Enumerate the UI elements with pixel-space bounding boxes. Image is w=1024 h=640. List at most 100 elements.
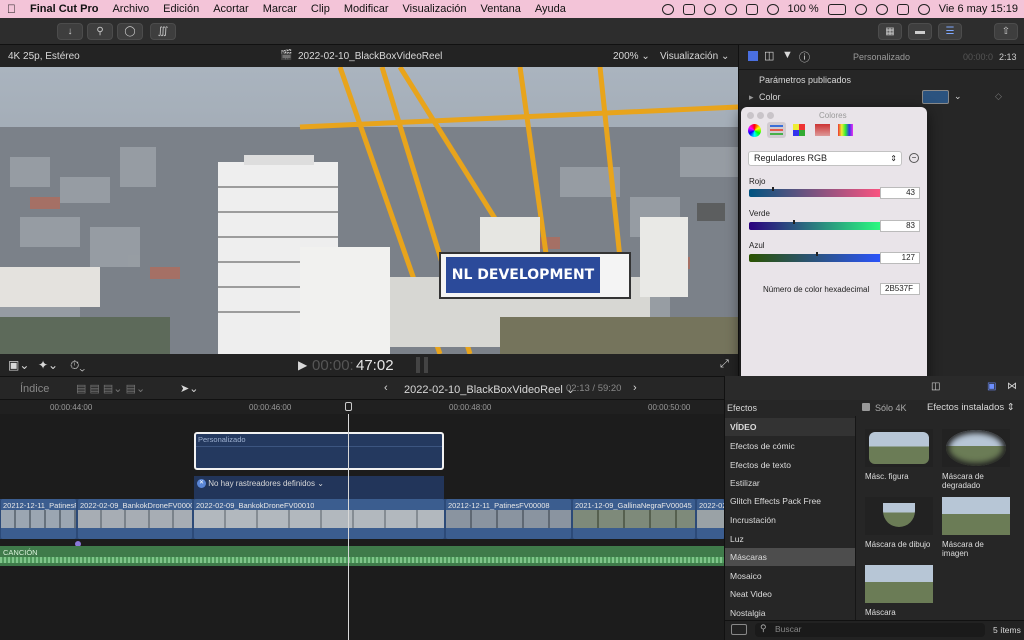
playhead[interactable] — [348, 414, 349, 640]
menu-marcar[interactable]: Marcar — [256, 3, 304, 15]
sidebar-toggle-icon[interactable] — [731, 624, 747, 635]
color-param-swatch[interactable] — [922, 90, 949, 104]
view-menu[interactable]: Visualización ⌄ — [660, 51, 729, 62]
apple-icon[interactable]:  — [0, 2, 23, 16]
control-center-icon[interactable] — [896, 3, 909, 15]
effects-search-field[interactable]: ⚲ Buscar — [755, 623, 985, 637]
video-clip[interactable]: 2021-12-09_GallinaNegraFV00045 — [573, 499, 695, 539]
menu-edicion[interactable]: Edición — [156, 3, 206, 15]
title-clip[interactable]: Personalizado — [194, 432, 444, 470]
headphones-icon[interactable] — [766, 3, 779, 15]
category-item[interactable]: Neat Video — [725, 585, 855, 603]
transform-icon[interactable]: ▣⌄ — [8, 358, 29, 372]
effects-browser-toggle[interactable]: ▣ — [987, 381, 996, 392]
category-item[interactable]: Efectos de texto — [725, 456, 855, 474]
red-value-field[interactable]: 43 — [880, 187, 920, 199]
history-back-button[interactable]: ‹ — [384, 382, 388, 394]
battery-icon[interactable] — [827, 3, 846, 15]
effect-thumbnail[interactable] — [865, 565, 933, 603]
green-value-field[interactable]: 83 — [880, 220, 920, 232]
blue-slider-knob[interactable] — [815, 252, 818, 256]
creative-cloud-icon[interactable] — [661, 3, 674, 15]
index-button[interactable]: Índice — [20, 383, 49, 395]
effect-thumbnail[interactable] — [942, 497, 1010, 535]
effect-thumbnail[interactable] — [865, 429, 933, 467]
video-clip[interactable]: 20212-12-11_PatinesFV00008 — [446, 499, 571, 539]
menu-archivo[interactable]: Archivo — [105, 3, 156, 15]
menu-modificar[interactable]: Modificar — [337, 3, 396, 15]
video-inspector-icon[interactable] — [748, 51, 758, 61]
image-palettes-tab-icon[interactable] — [815, 124, 830, 136]
menu-visualizacion[interactable]: Visualización — [396, 3, 474, 15]
menu-clip[interactable]: Clip — [304, 3, 337, 15]
history-forward-button[interactable]: › — [633, 382, 637, 394]
inspector-toggle-button[interactable]: ☰ — [938, 23, 962, 40]
clip-filmstrip-icon[interactable]: ◫ — [931, 381, 940, 392]
film-icon[interactable]: ◫ — [764, 49, 774, 62]
slider-mode-select[interactable]: Reguladores RGB ⇕ — [748, 151, 902, 166]
playhead-handle[interactable] — [345, 402, 352, 411]
category-item[interactable]: Incrustación — [725, 511, 855, 529]
background-tasks-button[interactable]: ◯ — [117, 23, 143, 40]
browser-toggle-button[interactable]: ▦ — [878, 23, 902, 40]
import-button[interactable]: ↓ — [57, 23, 83, 40]
video-clip[interactable]: 2022-02-09_BankokDroneFV00010 — [194, 499, 444, 539]
fullscreen-icon[interactable]: ⤢ — [720, 358, 729, 371]
category-item[interactable]: Estilizar — [725, 474, 855, 492]
enhance-icon[interactable]: ✦⌄ — [38, 358, 58, 372]
clip-appearance-icon[interactable]: ▤ ▤ ▤⌄ ▤⌄ — [76, 382, 145, 395]
play-button[interactable]: ▶ — [298, 358, 307, 372]
app-menu[interactable]: Final Cut Pro — [23, 3, 105, 15]
filter-checkbox[interactable] — [862, 403, 870, 411]
audio-waveform-button[interactable]: ∭ — [150, 23, 176, 40]
color-wheel-tab-icon[interactable] — [748, 124, 761, 137]
close-window-button[interactable] — [747, 112, 754, 119]
zoom-popup[interactable]: 200% ⌄ — [613, 51, 650, 62]
palettes-tab-icon[interactable] — [793, 124, 805, 136]
menu-ventana[interactable]: Ventana — [474, 3, 528, 15]
select-tool-icon[interactable]: ➤⌄ — [180, 382, 198, 395]
disclosure-icon[interactable]: ▸ — [749, 92, 754, 103]
video-clip[interactable]: 2022-02-09_BankokDroneFV00009 — [78, 499, 192, 539]
red-slider[interactable] — [749, 189, 883, 197]
blue-value-field[interactable]: 127 — [880, 252, 920, 264]
eye-icon[interactable] — [703, 3, 716, 15]
siri-icon[interactable] — [917, 3, 930, 15]
wacom-icon[interactable] — [682, 3, 695, 15]
hex-value-field[interactable]: 2B537F — [880, 283, 920, 295]
play-icon[interactable] — [724, 3, 737, 15]
pencils-tab-icon[interactable] — [838, 124, 853, 136]
green-slider-knob[interactable] — [792, 220, 795, 224]
timeline[interactable]: Personalizado ✕ No hay rastreadores defi… — [0, 414, 724, 640]
keyframe-icon[interactable]: ◇ — [995, 91, 1002, 102]
timeline-project-menu[interactable]: 2022-02-10_BlackBoxVideoReel ⌄ — [404, 383, 575, 396]
minimize-window-button[interactable] — [757, 112, 764, 119]
share-button[interactable]: ⇧ — [994, 23, 1018, 40]
audio-clip[interactable]: CANCIÓN — [0, 546, 724, 566]
red-slider-knob[interactable] — [771, 187, 774, 191]
info-icon[interactable]: ⓘ — [799, 49, 810, 65]
video-clip[interactable]: 20212-12-11_PatinesFV00010 — [1, 499, 76, 539]
category-item[interactable]: Glitch Effects Pack Free — [725, 492, 855, 510]
zoom-window-button[interactable] — [767, 112, 774, 119]
tracker-bar[interactable]: ✕ No hay rastreadores definidos ⌄ — [194, 476, 444, 492]
category-item[interactable]: Mosaico — [725, 567, 855, 585]
speed-icon[interactable]: ⏱⌄ — [70, 358, 85, 373]
effect-thumbnail[interactable] — [865, 497, 933, 535]
installed-effects-menu[interactable]: Efectos instalados ⇕ — [927, 402, 1015, 413]
effect-thumbnail[interactable] — [942, 429, 1010, 467]
green-slider[interactable] — [749, 222, 883, 230]
category-item-selected[interactable]: Máscaras — [725, 548, 855, 566]
color-param-dropdown[interactable]: ⌄ — [954, 91, 962, 102]
video-viewer[interactable]: NL DEVELOPMENT — [0, 67, 738, 354]
color-inspector-icon[interactable]: ▼ — [782, 49, 793, 61]
timeline-ruler[interactable]: 00:00:44:00 00:00:46:00 00:00:48:00 00:0… — [0, 400, 724, 414]
timeline-toggle-button[interactable]: ▬ — [908, 23, 932, 40]
keyword-button[interactable]: ⚲ — [87, 23, 113, 40]
options-icon[interactable]: − — [909, 153, 919, 163]
category-video[interactable]: VÍDEO — [725, 418, 855, 436]
audio-lanes-icon[interactable]: ⋈ — [1007, 381, 1017, 392]
video-clip[interactable]: 2022-02- — [697, 499, 724, 539]
category-item[interactable]: Luz — [725, 530, 855, 548]
menu-ayuda[interactable]: Ayuda — [528, 3, 573, 15]
